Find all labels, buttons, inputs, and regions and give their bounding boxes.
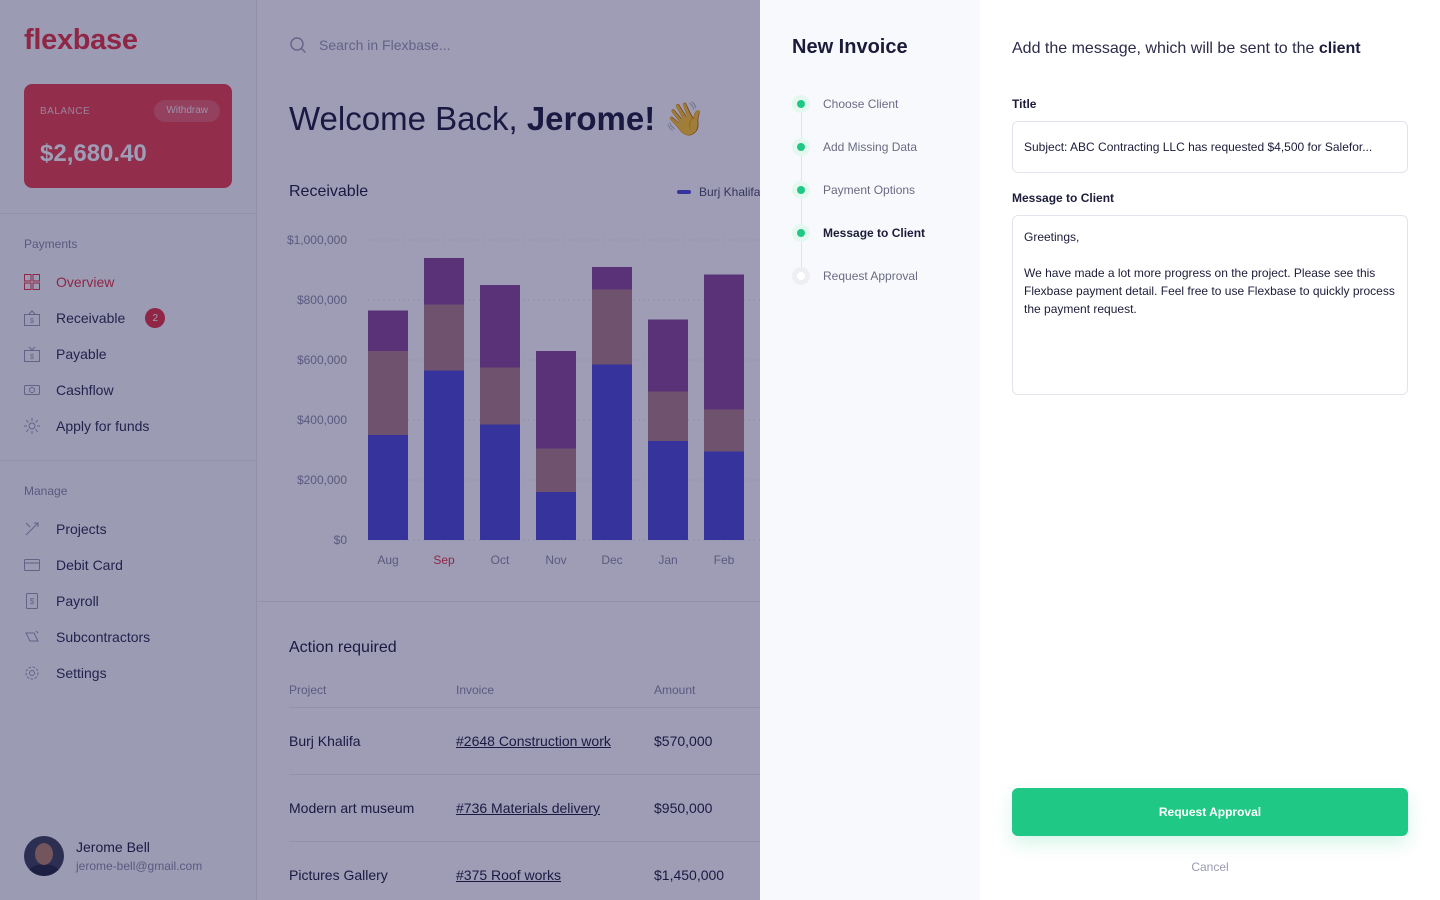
step-choose-client[interactable]: Choose Client [792, 95, 898, 113]
step-label: Payment Options [823, 183, 916, 197]
step-label: Add Missing Data [823, 140, 918, 154]
step-payment-options[interactable]: Payment Options [792, 181, 915, 199]
request-approval-button[interactable]: Request Approval [1012, 788, 1408, 836]
message-field[interactable]: Greetings, We have made a lot more progr… [1012, 215, 1408, 395]
step-request-approval[interactable]: Request Approval [792, 267, 918, 285]
step-label: Choose Client [823, 97, 899, 111]
step-label: Message to Client [823, 226, 926, 240]
message-field-label: Message to Client [1012, 191, 1115, 205]
step-message-to-client[interactable]: Message to Client [792, 224, 925, 242]
wizard-steps-panel: New Invoice Choose Client Add Missing Da… [760, 0, 980, 900]
step-current-icon [792, 224, 810, 242]
step-complete-icon [792, 95, 810, 113]
modal-backdrop[interactable] [0, 0, 760, 900]
step-complete-icon [792, 138, 810, 156]
form-heading-emphasis: client [1318, 40, 1361, 57]
wizard-form-panel: Add the message, which will be sent to t… [980, 0, 1440, 900]
step-complete-icon [792, 181, 810, 199]
step-add-missing-data[interactable]: Add Missing Data [792, 138, 917, 156]
step-label: Request Approval [823, 269, 918, 283]
wizard-title: New Invoice [792, 36, 908, 58]
form-heading-text: Add the message, which will be sent to t… [1012, 40, 1319, 57]
title-field-label: Title [1012, 97, 1037, 111]
form-heading: Add the message, which will be sent to t… [1012, 40, 1361, 58]
step-pending-icon [792, 267, 810, 285]
title-field[interactable]: Subject: ABC Contracting LLC has request… [1012, 121, 1408, 173]
cancel-button[interactable]: Cancel [1012, 860, 1408, 874]
